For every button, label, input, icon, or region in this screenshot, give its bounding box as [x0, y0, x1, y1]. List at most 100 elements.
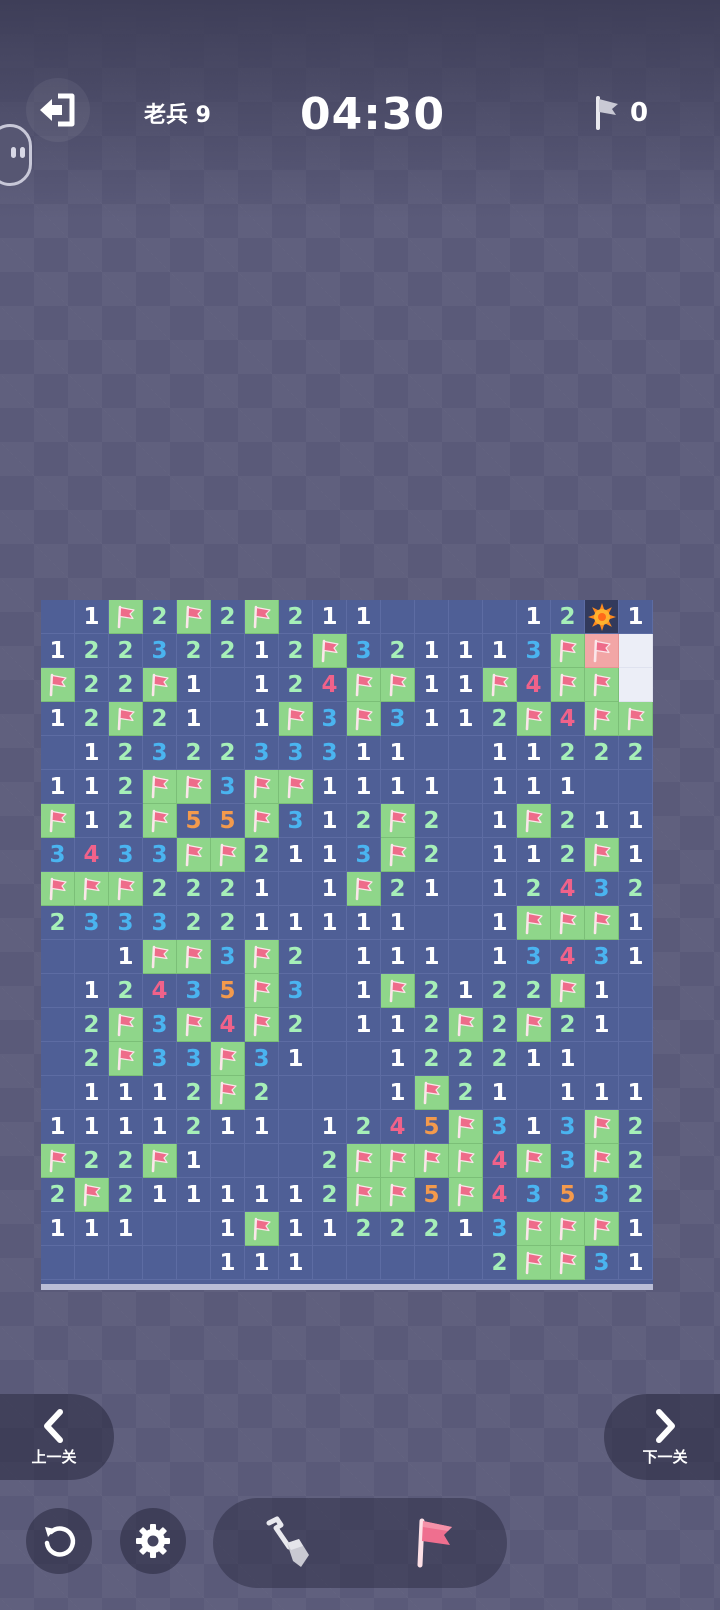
number-cell[interactable]: 3 — [551, 1144, 585, 1178]
empty-cell[interactable] — [313, 1008, 347, 1042]
number-cell[interactable]: 1 — [245, 872, 279, 906]
number-cell[interactable]: 1 — [381, 736, 415, 770]
empty-cell[interactable] — [347, 1246, 381, 1280]
number-cell[interactable]: 1 — [585, 1076, 619, 1110]
flagged-cell[interactable] — [245, 1008, 279, 1042]
number-cell[interactable]: 2 — [109, 1144, 143, 1178]
number-cell[interactable]: 1 — [449, 668, 483, 702]
number-cell[interactable]: 2 — [619, 1110, 653, 1144]
flagged-cell[interactable] — [483, 668, 517, 702]
number-cell[interactable]: 1 — [75, 770, 109, 804]
number-cell[interactable]: 4 — [551, 872, 585, 906]
number-cell[interactable]: 1 — [143, 1076, 177, 1110]
flagged-cell[interactable] — [381, 974, 415, 1008]
flagged-cell[interactable] — [585, 1110, 619, 1144]
undo-button[interactable] — [26, 1508, 92, 1574]
number-cell[interactable]: 2 — [279, 1008, 313, 1042]
number-cell[interactable]: 1 — [109, 1076, 143, 1110]
empty-cell[interactable] — [75, 1246, 109, 1280]
number-cell[interactable]: 4 — [313, 668, 347, 702]
number-cell[interactable]: 1 — [619, 1246, 653, 1280]
number-cell[interactable]: 1 — [517, 600, 551, 634]
number-cell[interactable]: 2 — [75, 702, 109, 736]
number-cell[interactable]: 1 — [517, 736, 551, 770]
number-cell[interactable]: 2 — [313, 1144, 347, 1178]
number-cell[interactable]: 2 — [415, 1008, 449, 1042]
number-cell[interactable]: 2 — [347, 1212, 381, 1246]
number-cell[interactable]: 3 — [381, 702, 415, 736]
flagged-cell[interactable] — [245, 804, 279, 838]
number-cell[interactable]: 3 — [313, 702, 347, 736]
number-cell[interactable]: 1 — [483, 838, 517, 872]
flagged-cell[interactable] — [177, 838, 211, 872]
empty-cell[interactable] — [347, 1076, 381, 1110]
number-cell[interactable]: 2 — [109, 668, 143, 702]
number-cell[interactable]: 1 — [449, 634, 483, 668]
empty-cell[interactable] — [177, 1246, 211, 1280]
number-cell[interactable]: 1 — [517, 1110, 551, 1144]
number-cell[interactable]: 1 — [75, 1076, 109, 1110]
number-cell[interactable]: 2 — [347, 1110, 381, 1144]
empty-cell[interactable] — [347, 1042, 381, 1076]
unrevealed-cell[interactable] — [619, 668, 653, 702]
number-cell[interactable]: 1 — [75, 1110, 109, 1144]
flagged-cell[interactable] — [143, 770, 177, 804]
empty-cell[interactable] — [517, 1076, 551, 1110]
number-cell[interactable]: 1 — [381, 1008, 415, 1042]
number-cell[interactable]: 1 — [109, 1110, 143, 1144]
number-cell[interactable]: 2 — [585, 736, 619, 770]
flagged-cell[interactable] — [313, 634, 347, 668]
number-cell[interactable]: 4 — [483, 1178, 517, 1212]
number-cell[interactable]: 1 — [313, 804, 347, 838]
flagged-cell[interactable] — [585, 838, 619, 872]
number-cell[interactable]: 1 — [585, 804, 619, 838]
number-cell[interactable]: 2 — [551, 736, 585, 770]
number-cell[interactable]: 2 — [449, 1042, 483, 1076]
number-cell[interactable]: 1 — [279, 1178, 313, 1212]
flagged-cell[interactable] — [449, 1144, 483, 1178]
number-cell[interactable]: 1 — [619, 838, 653, 872]
flagged-cell[interactable] — [585, 1144, 619, 1178]
empty-cell[interactable] — [177, 1212, 211, 1246]
number-cell[interactable]: 3 — [143, 906, 177, 940]
number-cell[interactable]: 2 — [483, 1042, 517, 1076]
number-cell[interactable]: 1 — [279, 1212, 313, 1246]
empty-cell[interactable] — [449, 804, 483, 838]
flagged-cell[interactable] — [177, 940, 211, 974]
number-cell[interactable]: 2 — [245, 838, 279, 872]
empty-cell[interactable] — [449, 736, 483, 770]
flagged-cell[interactable] — [279, 702, 313, 736]
number-cell[interactable]: 1 — [415, 940, 449, 974]
number-cell[interactable]: 2 — [177, 872, 211, 906]
number-cell[interactable]: 1 — [75, 804, 109, 838]
flagged-cell[interactable] — [245, 600, 279, 634]
number-cell[interactable]: 1 — [143, 1178, 177, 1212]
number-cell[interactable]: 2 — [279, 600, 313, 634]
number-cell[interactable]: 1 — [75, 600, 109, 634]
flagged-cell[interactable] — [109, 1008, 143, 1042]
number-cell[interactable]: 1 — [483, 804, 517, 838]
empty-cell[interactable] — [381, 1246, 415, 1280]
empty-cell[interactable] — [449, 872, 483, 906]
empty-cell[interactable] — [143, 1212, 177, 1246]
next-level-button[interactable]: 下一关 — [604, 1394, 720, 1480]
empty-cell[interactable] — [143, 1246, 177, 1280]
number-cell[interactable]: 4 — [75, 838, 109, 872]
number-cell[interactable]: 3 — [109, 838, 143, 872]
number-cell[interactable]: 1 — [517, 770, 551, 804]
number-cell[interactable]: 2 — [415, 804, 449, 838]
number-cell[interactable]: 2 — [75, 1042, 109, 1076]
number-cell[interactable]: 1 — [585, 974, 619, 1008]
number-cell[interactable]: 1 — [415, 634, 449, 668]
number-cell[interactable]: 2 — [415, 838, 449, 872]
number-cell[interactable]: 2 — [211, 634, 245, 668]
empty-cell[interactable] — [245, 1144, 279, 1178]
number-cell[interactable]: 1 — [109, 1212, 143, 1246]
number-cell[interactable]: 1 — [245, 1246, 279, 1280]
number-cell[interactable]: 2 — [483, 974, 517, 1008]
number-cell[interactable]: 4 — [483, 1144, 517, 1178]
flagged-cell[interactable] — [177, 770, 211, 804]
number-cell[interactable]: 1 — [211, 1178, 245, 1212]
number-cell[interactable]: 1 — [517, 838, 551, 872]
number-cell[interactable]: 2 — [381, 872, 415, 906]
